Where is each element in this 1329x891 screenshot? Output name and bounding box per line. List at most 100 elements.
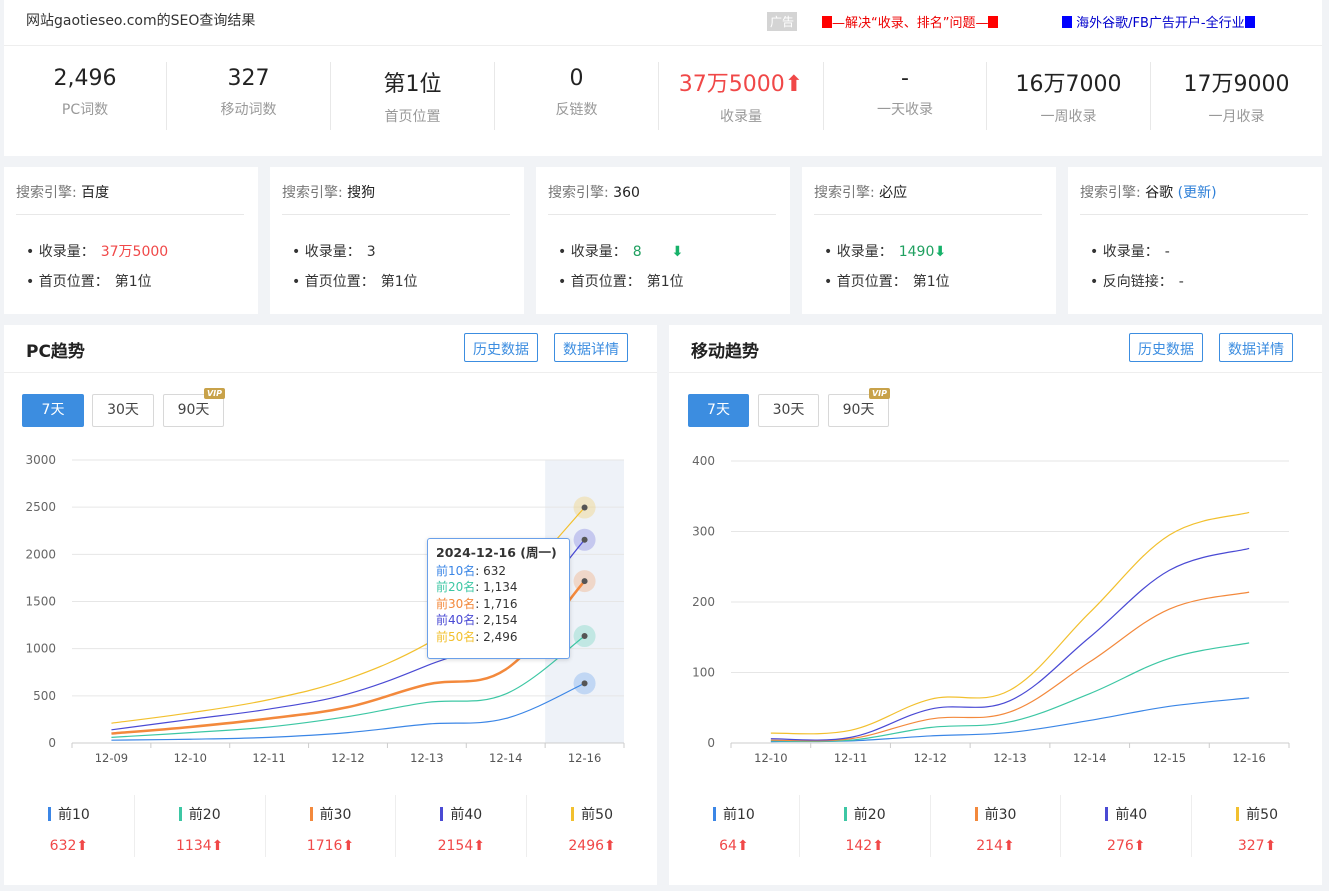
legend-number: 1134 (176, 838, 212, 854)
legend-item-top10[interactable]: 前10 632⬆ (4, 795, 135, 857)
stat-homepage-position: 第1位 首页位置 (331, 62, 495, 130)
range-7-days-button[interactable]: 7天 (688, 394, 749, 427)
legend-label: 前50 (1246, 807, 1278, 823)
legend-value: 632⬆ (4, 838, 134, 854)
legend-item-top50[interactable]: 前50 2496⬆ (527, 795, 657, 857)
legend-color-bar (1105, 807, 1109, 821)
legend-item-top20[interactable]: 前20 1134⬆ (135, 795, 266, 857)
history-data-button[interactable]: 历史数据 (464, 333, 538, 362)
engine-row-value: 第1位 (114, 274, 152, 290)
y-tick-label: 100 (692, 666, 715, 680)
range-30-days-button[interactable]: 30天 (758, 394, 819, 427)
engine-row-indexed: • 收录量： 37万5000 (26, 244, 169, 260)
legend-value: 64⬆ (669, 838, 799, 854)
engine-card-360: 搜索引擎: 360 • 收录量： 8 ⬇ • 首页位置： 第1位 (536, 167, 790, 314)
tooltip-series: 前50名 (436, 629, 476, 644)
engine-row-value: 8 (632, 244, 642, 260)
legend-item-top10[interactable]: 前10 64⬆ (669, 795, 800, 857)
legend-name: 前10 (669, 804, 799, 824)
stat-pc-words: 2,496 PC词数 (4, 62, 167, 130)
legend-item-top50[interactable]: 前50 327⬆ (1192, 795, 1322, 857)
range-30-days-button[interactable]: 30天 (92, 394, 154, 427)
series-line-前30 (770, 591, 1250, 742)
y-tick-label: 400 (692, 454, 715, 468)
chart-tooltip: 2024-12-16 (周一) 前10名: 632 前20名: 1,134 前3… (427, 538, 570, 659)
series-line-前10 (770, 697, 1250, 743)
range-90-days-button[interactable]: 90天 VIP (163, 388, 225, 427)
tooltip-series: 前30名 (436, 596, 476, 611)
x-tick-label: 12-14 (489, 751, 522, 765)
vip-badge-icon: VIP (868, 388, 890, 399)
stat-label: 收录量 (720, 109, 762, 125)
arrow-down-icon: ⬇ (934, 244, 947, 260)
engine-row-label: 首页位置： (304, 274, 375, 290)
engine-card-sogou: 搜索引擎: 搜狗 • 收录量： 3 • 首页位置： 第1位 (270, 167, 524, 314)
legend-color-bar (712, 807, 716, 821)
legend-label: 前40 (1115, 807, 1148, 823)
arrow-up-icon: ⬆ (736, 838, 749, 854)
ad-link-google[interactable]: 海外谷歌/FB广告开户-全行业 (1062, 12, 1255, 31)
stat-monthly-indexed: 17万9000 一月收录 (1151, 62, 1322, 130)
history-data-button[interactable]: 历史数据 (1129, 333, 1203, 362)
x-tick-label: 12-16 (568, 751, 601, 765)
legend-value: 2154⬆ (396, 838, 526, 854)
legend-number: 632 (49, 838, 77, 854)
range-7-days-button[interactable]: 7天 (22, 394, 84, 427)
legend-color-bar (440, 807, 444, 821)
x-tick-label: 12-16 (1232, 751, 1265, 765)
engine-name: 搜狗 (347, 185, 376, 201)
legend-item-top30[interactable]: 前30 1716⬆ (266, 795, 397, 857)
legend-label: 前20 (853, 807, 886, 823)
engine-card-bing: 搜索引擎: 必应 • 收录量： 1490⬇ • 首页位置： 第1位 (802, 167, 1056, 314)
legend-item-top30[interactable]: 前30 214⬆ (931, 795, 1062, 857)
data-details-button[interactable]: 数据详情 (554, 333, 628, 362)
legend-number: 1716 (306, 838, 343, 854)
x-tick-label: 12-12 (914, 751, 947, 765)
update-link[interactable]: (更新) (1178, 185, 1217, 201)
legend-color-bar (843, 807, 847, 821)
stat-value: 327 (227, 66, 270, 91)
legend-value: 2496⬆ (527, 838, 657, 854)
stat-value: 2,496 (53, 66, 117, 91)
series-line-前20 (770, 642, 1250, 743)
legend-number: 142 (845, 838, 873, 854)
engine-row-value: 第1位 (646, 274, 684, 290)
engine-row-label: 收录量： (1102, 244, 1159, 260)
x-tick-label: 12-10 (754, 751, 787, 765)
legend-name: 前30 (266, 804, 396, 824)
legend-label: 前10 (722, 807, 755, 823)
legend-value: 142⬆ (800, 838, 930, 854)
ad-link-seo[interactable]: —解决“收录、排名”问题— (822, 12, 999, 31)
legend-label: 前30 (984, 807, 1017, 823)
chart-header: 移动趋势 历史数据 数据详情 (669, 325, 1322, 373)
legend-item-top40[interactable]: 前40 2154⬆ (396, 795, 528, 857)
stat-label: 一月收录 (1208, 109, 1265, 125)
legend-item-top40[interactable]: 前40 276⬆ (1061, 795, 1193, 857)
legend-number: 327 (1237, 838, 1265, 854)
legend-number: 214 (976, 838, 1003, 854)
legend-name: 前20 (800, 804, 930, 824)
engine-row-value: 1490 (898, 244, 935, 260)
stat-value: 17万9000 (1183, 72, 1290, 97)
engine-row-label: 首页位置： (836, 274, 907, 290)
engine-row-label: 收录量： (570, 244, 627, 260)
range-90-days-button[interactable]: 90天 VIP (828, 388, 890, 427)
engine-title: 搜索引擎: 搜狗 (282, 182, 510, 215)
data-details-button[interactable]: 数据详情 (1219, 333, 1293, 362)
engine-row-indexed: • 收录量： 8 ⬇ (558, 244, 684, 260)
data-point (581, 633, 588, 640)
x-tick-label: 12-15 (1153, 751, 1186, 765)
y-tick-label: 500 (33, 689, 56, 703)
engine-row-label: 收录量： (836, 244, 893, 260)
engine-row-backlinks: • 反向链接： - (1090, 274, 1184, 290)
mobile-trend-chart[interactable]: 0 100 200 300 400 12-10 12-11 12-12 12-13 12-14 12… (669, 443, 1322, 783)
page-title: 网站gaotieseo.com的SEO查询结果 (26, 13, 256, 29)
legend-item-top20[interactable]: 前20 142⬆ (800, 795, 931, 857)
legend-label: 前40 (450, 807, 483, 823)
x-tick-label: 12-13 (410, 751, 443, 765)
x-tick-label: 12-14 (1073, 751, 1106, 765)
series-line-前10 (111, 682, 585, 741)
engine-prefix: 搜索引擎: (16, 185, 82, 201)
engine-row-label: 收录量： (38, 244, 95, 260)
legend-number: 64 (719, 838, 737, 854)
